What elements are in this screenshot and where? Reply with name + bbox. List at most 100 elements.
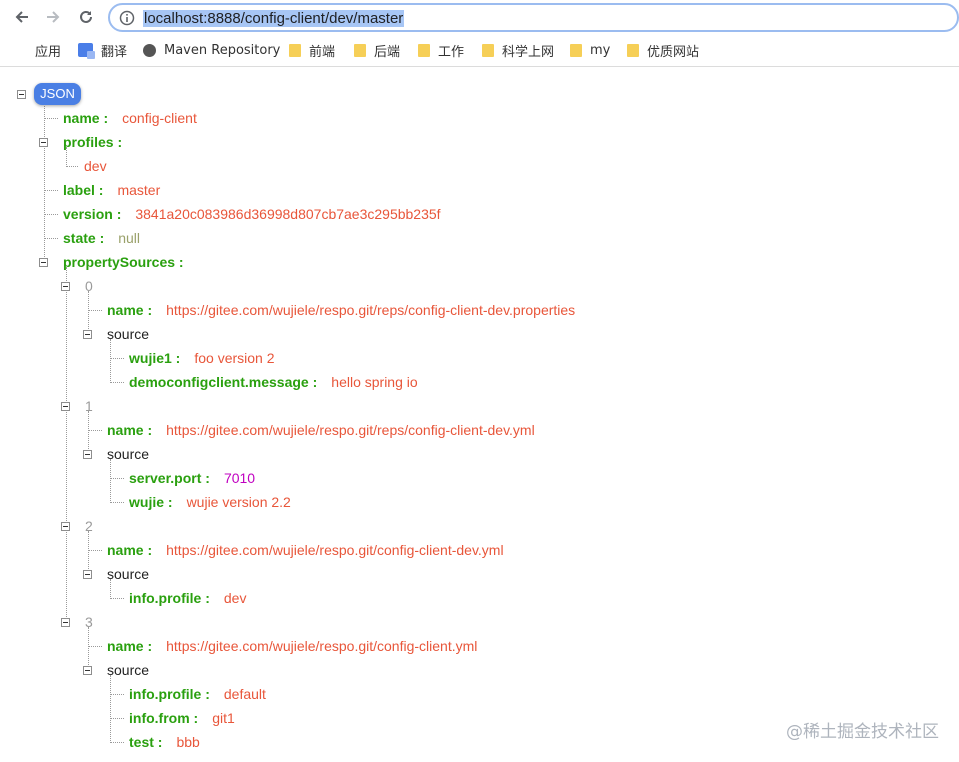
json-array-item: dev	[84, 156, 107, 176]
back-button[interactable]	[11, 6, 33, 28]
collapse-item-2-toggle[interactable]	[61, 522, 70, 531]
json-value: hello spring io	[331, 374, 418, 390]
bookmark-label: Maven Repository	[164, 42, 281, 58]
info-icon[interactable]	[119, 10, 135, 31]
json-array-index: 0	[85, 278, 93, 294]
collapse-profiles-toggle[interactable]	[39, 138, 48, 147]
json-array-index: 3	[85, 614, 93, 630]
json-key: wujie1 :	[129, 350, 181, 366]
bookmark-label: 后端	[374, 44, 401, 60]
folder-icon	[289, 43, 301, 57]
bookmark-apps[interactable]: 应用	[14, 40, 61, 60]
json-key: profiles :	[63, 134, 123, 150]
json-entry-version: version : 3841a20c083986d36998d807cb7ae3c…	[63, 204, 441, 224]
json-key: server.port :	[129, 470, 210, 486]
json-value: https://gitee.com/wujiele/respo.git/reps…	[166, 422, 535, 438]
collapse-source-0-toggle[interactable]	[83, 330, 92, 339]
json-value: 7010	[223, 470, 256, 486]
json-value: 3841a20c083986d36998d807cb7ae3c295bb235f	[135, 206, 441, 222]
tree-guide-line	[110, 339, 111, 383]
reload-icon	[80, 10, 92, 23]
forward-button[interactable]	[42, 6, 64, 28]
folder-icon	[482, 43, 494, 57]
json-entry-source-prop: info.profile : dev	[129, 588, 246, 608]
json-entry-profiles: profiles :	[63, 132, 122, 152]
globe-icon	[143, 43, 156, 57]
folder-icon	[354, 43, 366, 57]
json-value: https://gitee.com/wujiele/respo.git/conf…	[166, 542, 504, 558]
tree-connector	[44, 214, 58, 215]
json-entry-source: source	[107, 326, 150, 342]
browser-toolbar: localhost:8888/config-client/dev/master	[0, 0, 959, 34]
collapse-item-0-toggle[interactable]	[61, 282, 70, 291]
bookmark-label: 科学上网	[502, 44, 555, 60]
tree-connector	[110, 382, 124, 383]
json-entry-source: source	[107, 662, 150, 678]
json-value: bbb	[176, 734, 200, 750]
json-key: version :	[63, 206, 122, 222]
json-value: wujie version 2.2	[186, 494, 291, 510]
tree-connector	[44, 118, 58, 119]
apps-grid-icon	[14, 44, 27, 57]
collapse-source-1-toggle[interactable]	[83, 450, 92, 459]
json-entry-source-prop: test : bbb	[129, 732, 200, 752]
json-key: propertySources :	[63, 254, 184, 270]
bookmark-label: 翻译	[101, 44, 128, 60]
tree-guide-line	[110, 459, 111, 503]
collapse-source-3-toggle[interactable]	[83, 666, 92, 675]
collapse-item-3-toggle[interactable]	[61, 618, 70, 627]
tree-connector	[110, 502, 124, 503]
json-entry-source-prop: wujie1 : foo version 2	[129, 348, 275, 368]
json-entry-source: source	[107, 446, 150, 462]
json-entry-propertysources: propertySources :	[63, 252, 184, 272]
json-key: name :	[107, 302, 153, 318]
tree-connector	[110, 694, 124, 695]
json-key: democonfigclient.message :	[129, 374, 318, 390]
json-value: null	[118, 230, 141, 246]
json-value: git1	[212, 710, 235, 726]
bookmark-folder-work[interactable]: 工作	[418, 40, 464, 60]
json-entry-name: name : config-client	[63, 108, 197, 128]
collapse-propertysources-toggle[interactable]	[39, 258, 48, 267]
json-key: name :	[107, 422, 153, 438]
address-bar[interactable]: localhost:8888/config-client/dev/master	[108, 3, 959, 32]
json-entry-source-prop: democonfigclient.message : hello spring i…	[129, 372, 418, 392]
json-key: info.profile :	[129, 590, 210, 606]
tree-connector	[44, 238, 58, 239]
json-entry-name: name : https://gitee.com/wujiele/respo.gi…	[107, 420, 535, 440]
json-key: name :	[63, 110, 109, 126]
json-array-index: 1	[85, 398, 93, 414]
json-tree-view: JSON name : config-client profiles : dev …	[0, 67, 959, 762]
json-entry-label: label : master	[63, 180, 160, 200]
bookmark-maven-repository[interactable]: Maven Repository	[143, 40, 280, 60]
json-value: master	[117, 182, 161, 198]
tree-connector	[110, 742, 124, 743]
bookmark-folder-my[interactable]: my	[570, 40, 610, 60]
translate-icon	[78, 43, 95, 59]
reload-button[interactable]	[75, 6, 97, 28]
bookmark-folder-quality-sites[interactable]: 优质网站	[627, 40, 699, 60]
collapse-item-1-toggle[interactable]	[61, 402, 70, 411]
json-entry-name: name : https://gitee.com/wujiele/respo.gi…	[107, 540, 504, 560]
collapse-root-toggle[interactable]	[17, 90, 26, 99]
bookmark-label: 优质网站	[647, 44, 700, 60]
json-value: foo version 2	[194, 350, 275, 366]
collapse-source-2-toggle[interactable]	[83, 570, 92, 579]
bookmark-folder-backend[interactable]: 后端	[354, 40, 400, 60]
tree-guide-line	[66, 267, 67, 623]
json-root-badge[interactable]: JSON	[34, 83, 81, 105]
bookmark-label: 前端	[309, 44, 336, 60]
bookmark-folder-proxy[interactable]: 科学上网	[482, 40, 554, 60]
folder-icon	[418, 43, 430, 57]
json-key: test :	[129, 734, 163, 750]
json-value: config-client	[122, 110, 197, 126]
json-key: label :	[63, 182, 104, 198]
url-text[interactable]: localhost:8888/config-client/dev/master	[143, 10, 405, 27]
tree-guide-line	[88, 627, 89, 667]
tree-connector	[88, 646, 102, 647]
bookmark-folder-frontend[interactable]: 前端	[289, 40, 335, 60]
tree-guide-line	[88, 411, 89, 451]
tree-connector	[110, 718, 124, 719]
json-entry-source-prop: info.profile : default	[129, 684, 266, 704]
bookmark-translate[interactable]: 翻译	[78, 40, 127, 60]
